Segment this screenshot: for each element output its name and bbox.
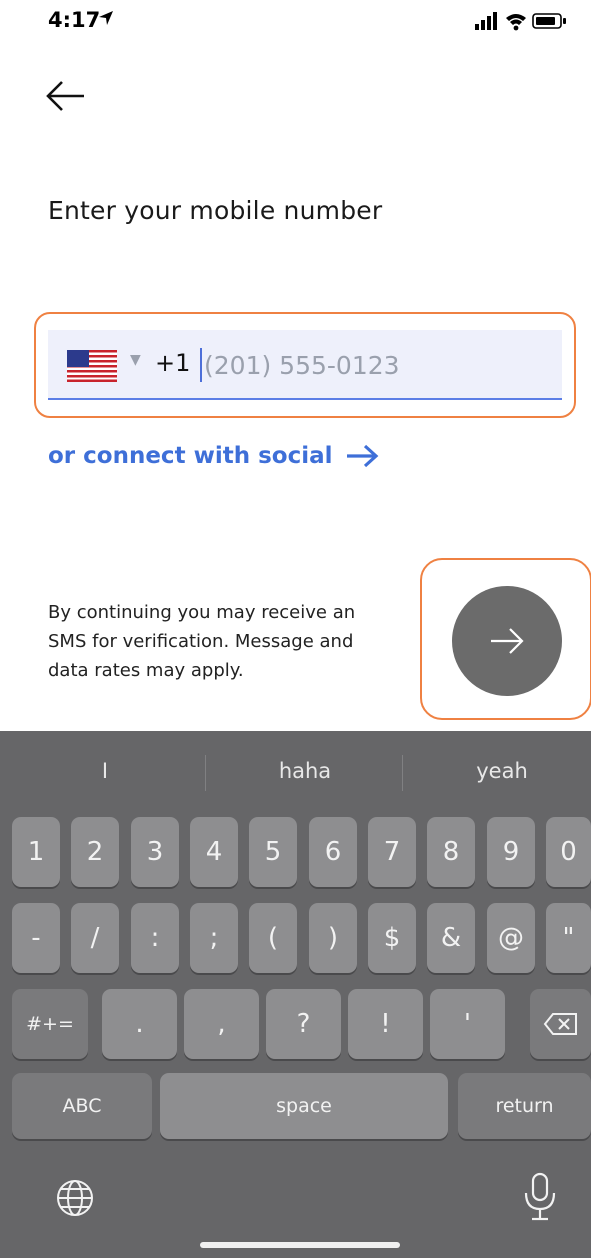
key-open-paren[interactable]: ( (249, 903, 297, 973)
next-button[interactable] (452, 586, 562, 696)
globe-icon[interactable] (52, 1175, 98, 1221)
status-time: 4:17 (48, 8, 101, 32)
key-more-symbols[interactable]: #+= (12, 989, 88, 1059)
dial-code: +1 (155, 349, 191, 377)
sms-disclaimer: By continuing you may receive an SMS for… (48, 602, 356, 681)
suggestion-divider (402, 755, 403, 791)
microphone-icon[interactable] (520, 1171, 560, 1223)
status-icons (475, 12, 566, 31)
suggestion-2[interactable]: haha (215, 759, 395, 783)
social-link-label: or connect with social (48, 443, 333, 469)
key-2[interactable]: 2 (71, 817, 119, 887)
key-delete[interactable] (530, 989, 591, 1059)
back-arrow-icon[interactable] (44, 78, 88, 114)
key-quote[interactable]: " (546, 903, 591, 973)
key-exclamation[interactable]: ! (348, 989, 423, 1059)
cellular-signal-icon (475, 12, 497, 30)
key-1[interactable]: 1 (12, 817, 60, 887)
page-title: Enter your mobile number (48, 196, 383, 225)
key-close-paren[interactable]: ) (309, 903, 357, 973)
phone-number-field[interactable]: ▼ +1 (48, 330, 562, 400)
key-return[interactable]: return (458, 1073, 591, 1139)
key-at[interactable]: @ (487, 903, 535, 973)
key-ampersand[interactable]: & (427, 903, 475, 973)
key-space[interactable]: space (160, 1073, 448, 1139)
key-7[interactable]: 7 (368, 817, 416, 887)
key-comma[interactable]: , (184, 989, 259, 1059)
home-indicator (200, 1242, 400, 1248)
key-colon[interactable]: : (131, 903, 179, 973)
key-slash[interactable]: / (71, 903, 119, 973)
key-abc[interactable]: ABC (12, 1073, 152, 1139)
key-6[interactable]: 6 (309, 817, 357, 887)
keyboard: I haha yeah 1 2 3 4 5 6 7 8 9 0 - / : ; … (0, 731, 591, 1258)
key-apostrophe[interactable]: ' (430, 989, 505, 1059)
country-dropdown-icon[interactable]: ▼ (130, 352, 141, 368)
key-8[interactable]: 8 (427, 817, 475, 887)
key-period[interactable]: . (102, 989, 177, 1059)
key-question[interactable]: ? (266, 989, 341, 1059)
key-semicolon[interactable]: ; (190, 903, 238, 973)
key-0[interactable]: 0 (546, 817, 591, 887)
us-flag-icon[interactable] (67, 350, 117, 382)
suggestion-divider (205, 755, 206, 791)
arrow-right-icon (346, 444, 378, 468)
backspace-icon (543, 1013, 577, 1035)
key-9[interactable]: 9 (487, 817, 535, 887)
text-cursor (200, 348, 202, 382)
suggestion-bar: I haha yeah (0, 731, 591, 815)
phone-input[interactable] (204, 344, 544, 386)
key-5[interactable]: 5 (249, 817, 297, 887)
suggestion-3[interactable]: yeah (412, 759, 591, 783)
key-4[interactable]: 4 (190, 817, 238, 887)
suggestion-1[interactable]: I (15, 759, 195, 783)
key-hyphen[interactable]: - (12, 903, 60, 973)
location-arrow-icon (99, 11, 113, 25)
wifi-icon (506, 14, 526, 31)
key-dollar[interactable]: $ (368, 903, 416, 973)
connect-social-link[interactable]: or connect with social (48, 443, 379, 469)
key-3[interactable]: 3 (131, 817, 179, 887)
battery-icon (532, 13, 566, 29)
status-bar: 4:17 (0, 0, 591, 40)
arrow-right-icon (491, 628, 524, 654)
